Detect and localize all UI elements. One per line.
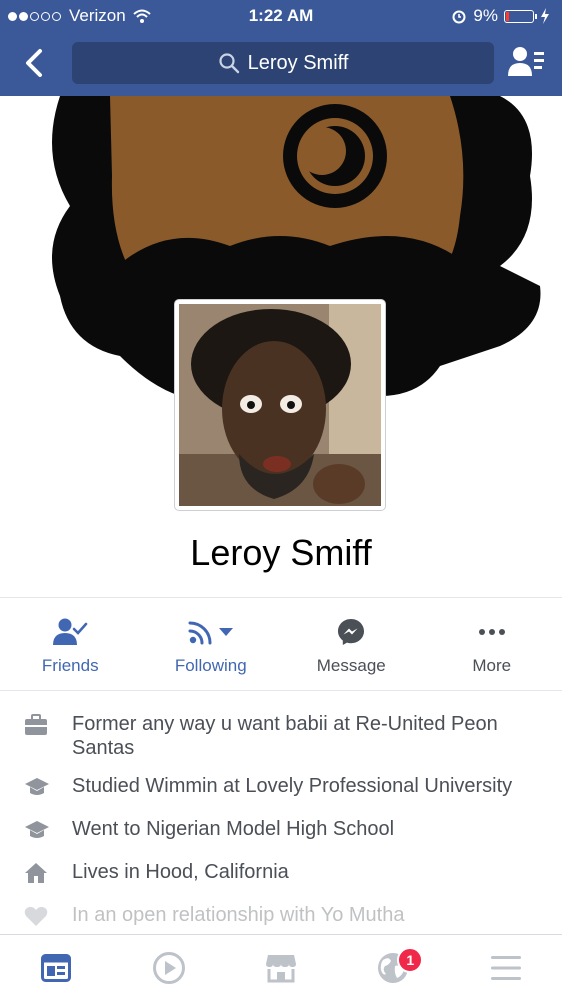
hamburger-menu-icon [490,955,522,981]
battery-icon [504,10,534,23]
message-label: Message [281,656,422,676]
play-video-icon [153,952,185,984]
divider [0,690,562,691]
tab-notifications[interactable]: 1 [337,935,449,1001]
more-dots-icon [478,628,506,636]
search-bar[interactable]: Leroy Smiff [72,42,494,84]
profile-photo [179,304,381,506]
battery-percent: 9% [473,6,498,26]
rss-following-icon [188,619,214,645]
profile-actions: Friends Following Message [0,598,562,690]
search-text: Leroy Smiff [248,52,349,75]
friends-button[interactable]: Friends [0,598,141,690]
tab-marketplace[interactable] [225,935,337,1001]
bottom-tab-bar: 1 [0,934,562,1001]
profile-name: Leroy Smiff [0,532,562,574]
education-text: Studied Wimmin at Lovely Professional Un… [72,774,512,798]
charging-bolt-icon [540,8,550,24]
relationship-item[interactable]: In an open relationship with Yo Mutha [0,903,562,932]
highschool-text: Went to Nigerian Model High School [72,817,394,841]
briefcase-icon [24,714,48,736]
education-item[interactable]: Studied Wimmin at Lovely Professional Un… [0,774,562,803]
tab-videos[interactable] [112,935,224,1001]
following-button[interactable]: Following [141,598,282,690]
graduation-cap-icon [24,819,50,841]
tab-menu[interactable] [450,935,562,1001]
residence-item[interactable]: Lives in Hood, California [0,860,562,889]
friends-label: Friends [0,656,141,676]
relationship-text: In an open relationship with Yo Mutha [72,903,404,927]
work-text: Former any way u want babii at Re-United… [72,712,542,760]
following-label: Following [141,656,282,676]
notification-badge: 1 [397,947,423,973]
chevron-down-icon [218,627,234,637]
alarm-clock-icon [451,8,467,24]
back-chevron-icon[interactable] [18,46,52,80]
graduation-cap-icon [24,776,50,798]
news-feed-icon [41,954,71,982]
work-item[interactable]: Former any way u want babii at Re-United… [0,712,562,760]
intro-section: Former any way u want babii at Re-United… [0,712,562,946]
more-button[interactable]: More [422,598,562,690]
tab-news-feed[interactable] [0,935,112,1001]
heart-icon [24,905,48,927]
education-item[interactable]: Went to Nigerian Model High School [0,817,562,846]
profile-picture[interactable] [175,300,385,510]
top-bar: Verizon 1:22 AM 9% [0,0,562,96]
message-button[interactable]: Message [281,598,422,690]
more-label: More [422,656,562,676]
search-icon [218,52,240,74]
home-icon [24,862,48,884]
residence-text: Lives in Hood, California [72,860,289,884]
marketplace-icon [265,953,297,983]
friends-check-icon [52,617,88,647]
status-bar: Verizon 1:22 AM 9% [0,0,562,32]
messenger-icon [337,618,365,646]
friend-requests-icon[interactable] [506,44,546,80]
